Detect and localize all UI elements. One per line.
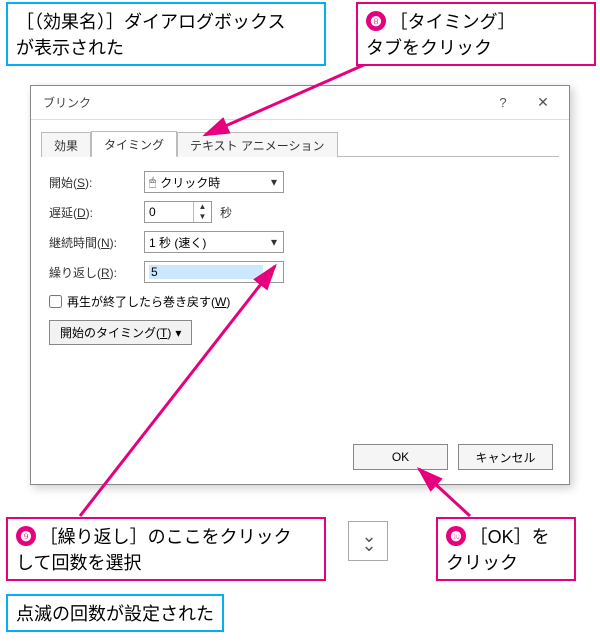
start-combobox[interactable]: 🖱 クリック時 ▾	[144, 171, 284, 193]
ok-button[interactable]: OK	[353, 444, 448, 470]
label-rewind: 再生が終了したら巻き戻す(W)	[67, 293, 230, 310]
callout-step-10: ❿ ［OK］を クリック	[436, 517, 576, 581]
label-repeat: 繰り返し(R):	[49, 264, 144, 281]
chevron-down-icon[interactable]: ▾	[263, 262, 281, 282]
chevron-down-icon: ▾	[265, 235, 283, 249]
callout-step-8: ❽ ［タイミング］ タブをクリック	[356, 2, 596, 66]
callout-result: 点滅の回数が設定された	[6, 594, 224, 632]
duration-combobox[interactable]: 1 秒 (速く) ▾	[144, 231, 284, 253]
double-chevron-down-icon: ⌄⌄	[361, 532, 374, 550]
rewind-checkbox[interactable]	[49, 295, 62, 308]
tab-text-animation[interactable]: テキスト アニメーション	[177, 132, 338, 157]
delay-spinner[interactable]: ▲▼	[144, 201, 212, 223]
callout-dialog-shown: ［（効果名）］ダイアログボックス が表示された	[6, 2, 326, 66]
tab-row: 効果 タイミング テキスト アニメーション	[41, 130, 559, 157]
tab-effect[interactable]: 効果	[41, 132, 91, 157]
step-number-10: ❿	[446, 526, 466, 546]
unit-seconds: 秒	[220, 204, 232, 221]
dialog-titlebar[interactable]: ブリンク ? ✕	[31, 86, 569, 120]
chevron-down-icon: ▾	[265, 175, 283, 189]
help-button[interactable]: ?	[483, 90, 523, 116]
label-start: 開始(S):	[49, 174, 144, 191]
label-delay: 遅延(D):	[49, 204, 144, 221]
tab-timing[interactable]: タイミング	[91, 131, 177, 157]
spin-up-icon[interactable]: ▲	[194, 202, 211, 212]
duration-value: 1 秒 (速く)	[149, 234, 265, 251]
cancel-button[interactable]: キャンセル	[458, 444, 553, 470]
repeat-combobox[interactable]: 5 ▾	[144, 261, 284, 283]
step-number-9: ❾	[16, 526, 36, 546]
start-value: クリック時	[160, 174, 265, 191]
close-icon[interactable]: ✕	[523, 90, 563, 116]
spin-down-icon[interactable]: ▼	[194, 212, 211, 222]
label-duration: 継続時間(N):	[49, 234, 144, 251]
collapse-button[interactable]: ⌄⌄	[348, 521, 388, 561]
step-number-8: ❽	[366, 11, 386, 31]
chevron-down-icon: ▾	[175, 326, 181, 340]
mouse-click-icon: 🖱	[149, 175, 156, 190]
triggers-label: 開始のタイミング(T)	[60, 324, 171, 341]
callout-step-9: ❾ ［繰り返し］のここをクリック して回数を選択	[6, 517, 326, 581]
effect-options-dialog: ブリンク ? ✕ 効果 タイミング テキスト アニメーション 開始(S): 🖱 …	[30, 85, 570, 485]
delay-input[interactable]	[145, 202, 193, 222]
repeat-value[interactable]: 5	[149, 265, 263, 279]
dialog-title: ブリンク	[43, 94, 483, 111]
triggers-button[interactable]: 開始のタイミング(T) ▾	[49, 320, 192, 345]
